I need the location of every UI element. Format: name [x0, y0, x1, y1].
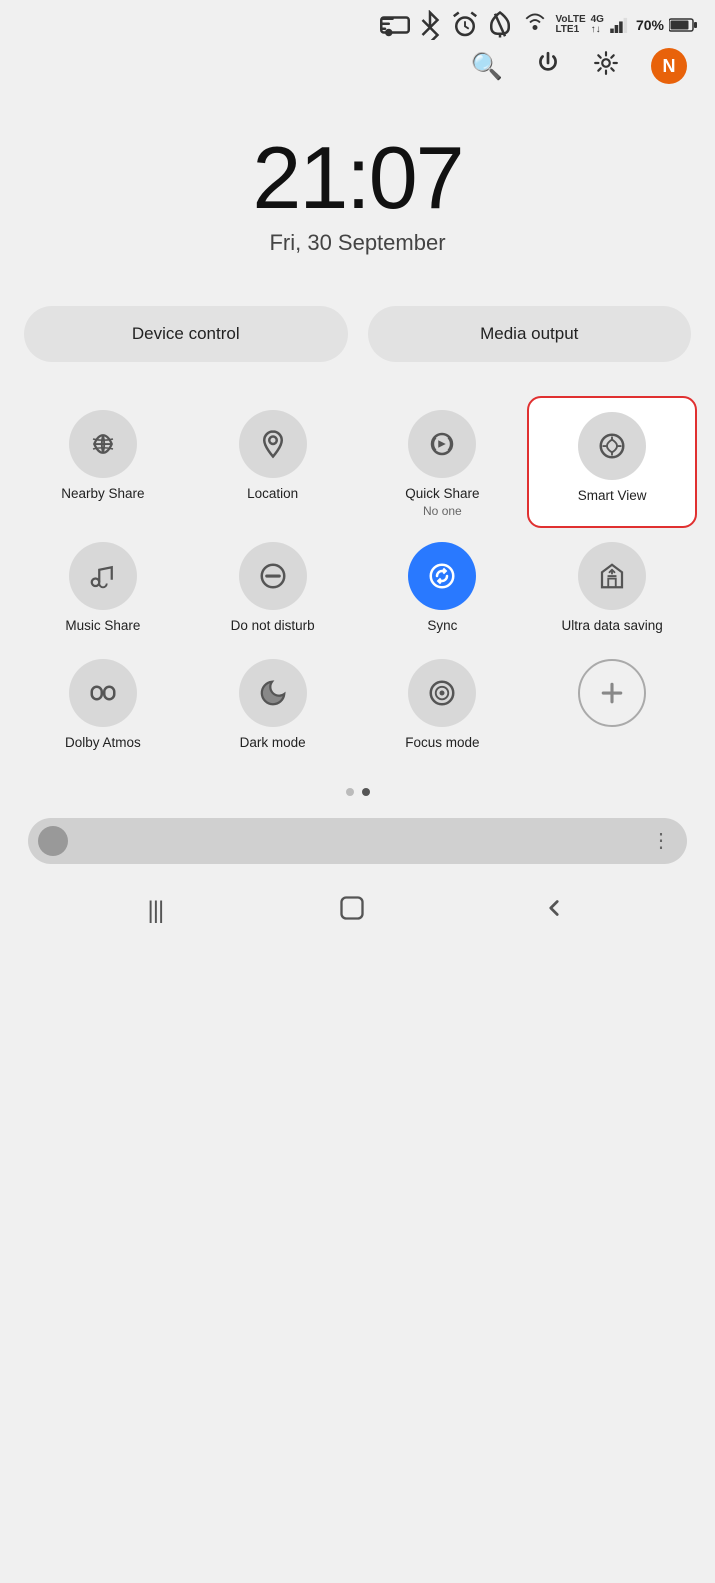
tile-dark-mode[interactable]: Dark mode	[188, 645, 358, 762]
home-button[interactable]	[338, 894, 366, 929]
location-label: Location	[247, 486, 298, 503]
dark-mode-icon-wrap	[239, 659, 307, 727]
location-icon-wrap	[239, 410, 307, 478]
back-button[interactable]	[541, 895, 567, 928]
battery-icon	[669, 16, 697, 34]
status-bar: VoLTELTE1 4G↑↓ 70%	[0, 0, 715, 44]
sync-label: Sync	[427, 618, 457, 635]
tile-music-share[interactable]: Music Share	[18, 528, 188, 645]
dolby-atmos-icon	[88, 678, 118, 708]
dolby-atmos-label: Dolby Atmos	[65, 735, 141, 752]
volte-label: VoLTELTE1	[555, 15, 585, 35]
volume-row: ⋮	[0, 806, 715, 876]
media-output-button[interactable]: Media output	[368, 306, 692, 362]
clock-time: 21:07	[252, 134, 462, 222]
signal-icon	[609, 17, 631, 33]
sync-icon-wrap	[408, 542, 476, 610]
settings-icon[interactable]	[593, 50, 619, 83]
bluetooth-icon	[415, 10, 445, 40]
action-bar: 🔍 N	[0, 44, 715, 94]
tile-quick-share[interactable]: Quick Share No one	[358, 396, 528, 528]
nearby-share-icon-wrap	[69, 410, 137, 478]
tile-nearby-share[interactable]: Nearby Share	[18, 396, 188, 528]
search-icon[interactable]: 🔍	[471, 51, 503, 82]
pagination	[0, 772, 715, 806]
dolby-atmos-icon-wrap	[69, 659, 137, 727]
dark-mode-label: Dark mode	[240, 735, 306, 752]
4g-label: 4G↑↓	[591, 15, 604, 35]
dark-mode-icon	[258, 678, 288, 708]
focus-mode-icon	[427, 678, 457, 708]
tile-add[interactable]	[527, 645, 697, 762]
dnd-icon	[258, 561, 288, 591]
alarm-icon	[450, 10, 480, 40]
control-buttons: Device control Media output	[0, 306, 715, 386]
recents-button[interactable]: |||	[148, 897, 164, 925]
add-icon-wrap	[578, 659, 646, 727]
mute-icon	[485, 10, 515, 40]
hotspot-icon	[520, 10, 550, 40]
power-icon[interactable]	[535, 50, 561, 83]
focus-mode-label: Focus mode	[405, 735, 479, 752]
ultra-data-saving-icon-wrap	[578, 542, 646, 610]
dnd-icon-wrap	[239, 542, 307, 610]
tile-ultra-data-saving[interactable]: Ultra data saving	[527, 528, 697, 645]
focus-mode-icon-wrap	[408, 659, 476, 727]
tile-do-not-disturb[interactable]: Do not disturb	[188, 528, 358, 645]
music-share-label: Music Share	[65, 618, 140, 635]
bottom-nav: |||	[0, 876, 715, 953]
volume-slider[interactable]: ⋮	[28, 818, 687, 864]
add-icon	[597, 678, 627, 708]
pagination-dot-2[interactable]	[362, 788, 370, 796]
ultra-data-saving-label: Ultra data saving	[561, 618, 662, 635]
smart-view-label: Smart View	[578, 488, 647, 505]
tile-dolby-atmos[interactable]: Dolby Atmos	[18, 645, 188, 762]
clock-section: 21:07 Fri, 30 September	[0, 94, 715, 306]
smart-view-icon	[597, 431, 627, 461]
tile-smart-view[interactable]: Smart View	[527, 396, 697, 528]
location-icon	[258, 429, 288, 459]
dnd-label: Do not disturb	[231, 618, 315, 635]
sync-icon	[427, 561, 457, 591]
music-share-icon-wrap	[69, 542, 137, 610]
tile-focus-mode[interactable]: Focus mode	[358, 645, 528, 762]
avatar[interactable]: N	[651, 48, 687, 84]
clock-date: Fri, 30 September	[269, 230, 445, 256]
cast-icon	[380, 10, 410, 40]
ultra-data-saving-icon	[597, 561, 627, 591]
tile-location[interactable]: Location	[188, 396, 358, 528]
quick-share-sublabel: No one	[423, 504, 462, 518]
quick-share-icon-wrap	[408, 410, 476, 478]
nearby-share-icon	[88, 429, 118, 459]
device-control-button[interactable]: Device control	[24, 306, 348, 362]
status-icons: VoLTELTE1 4G↑↓ 70%	[380, 10, 697, 40]
volume-thumb[interactable]	[38, 826, 68, 856]
music-share-icon	[88, 561, 118, 591]
pagination-dot-1[interactable]	[346, 788, 354, 796]
quick-share-label: Quick Share	[405, 486, 479, 503]
smart-view-icon-wrap	[578, 412, 646, 480]
tile-sync[interactable]: Sync	[358, 528, 528, 645]
nearby-share-label: Nearby Share	[61, 486, 144, 503]
battery-percentage: 70%	[636, 17, 664, 33]
volume-menu-icon[interactable]: ⋮	[651, 828, 673, 853]
tiles-grid: Nearby Share Location Quick Share No one	[0, 386, 715, 772]
quick-share-icon	[427, 429, 457, 459]
